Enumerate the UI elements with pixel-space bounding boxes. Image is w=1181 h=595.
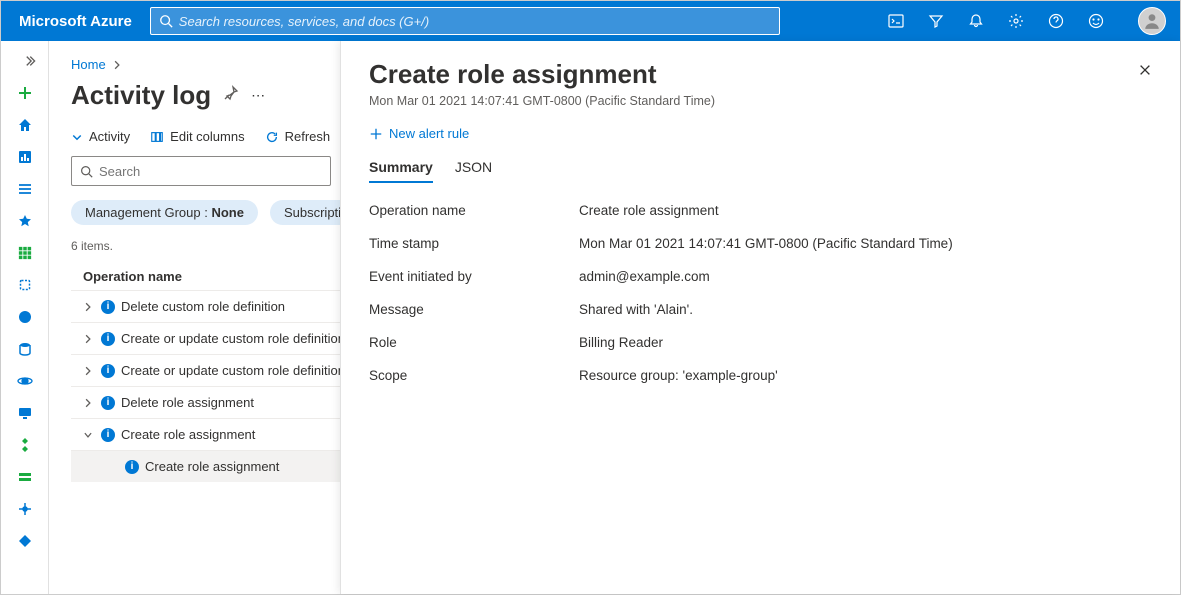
pin-icon[interactable] bbox=[223, 85, 239, 106]
settings-icon[interactable] bbox=[996, 1, 1036, 41]
help-icon[interactable] bbox=[1036, 1, 1076, 41]
activity-dropdown[interactable]: Activity bbox=[71, 129, 130, 144]
chevron-right-icon bbox=[83, 366, 93, 376]
cloud-shell-icon[interactable] bbox=[876, 1, 916, 41]
panel-subtitle: Mon Mar 01 2021 14:07:41 GMT-0800 (Pacif… bbox=[369, 94, 715, 108]
field-label: Role bbox=[369, 335, 579, 350]
top-bar: Microsoft Azure bbox=[1, 1, 1180, 41]
close-button[interactable] bbox=[1134, 59, 1156, 86]
chevron-right-icon bbox=[83, 398, 93, 408]
page-title: Activity log bbox=[71, 80, 211, 111]
list-search[interactable] bbox=[71, 156, 331, 186]
rail-resource-groups-icon[interactable] bbox=[1, 269, 49, 301]
rail-all-services-icon[interactable] bbox=[1, 173, 49, 205]
field-label: Time stamp bbox=[369, 236, 579, 251]
refresh-button[interactable]: Refresh bbox=[265, 129, 331, 144]
field-value: Create role assignment bbox=[579, 203, 1156, 218]
rail-all-resources-icon[interactable] bbox=[1, 237, 49, 269]
field-value: admin@example.com bbox=[579, 269, 1156, 284]
field-value: Shared with 'Alain'. bbox=[579, 302, 1156, 317]
refresh-label: Refresh bbox=[285, 129, 331, 144]
field-value: Billing Reader bbox=[579, 335, 1156, 350]
chevron-right-icon bbox=[112, 60, 122, 70]
list-search-input[interactable] bbox=[99, 164, 322, 179]
rail-home-icon[interactable] bbox=[1, 109, 49, 141]
info-icon: i bbox=[101, 364, 115, 378]
operation-name: Create role assignment bbox=[145, 459, 279, 474]
info-icon: i bbox=[101, 428, 115, 442]
operation-name: Create or update custom role definition bbox=[121, 331, 345, 346]
rail-storage-icon[interactable] bbox=[1, 461, 49, 493]
left-nav-rail bbox=[1, 41, 49, 594]
filter-mg-label: Management Group : bbox=[85, 205, 211, 220]
close-icon bbox=[1138, 63, 1152, 77]
new-alert-rule-button[interactable]: New alert rule bbox=[369, 126, 1156, 141]
rail-favorites-icon[interactable] bbox=[1, 205, 49, 237]
detail-panel: Create role assignment Mon Mar 01 2021 1… bbox=[340, 41, 1180, 594]
rail-network-icon[interactable] bbox=[1, 493, 49, 525]
rail-create-icon[interactable] bbox=[1, 77, 49, 109]
tab-json[interactable]: JSON bbox=[455, 159, 492, 183]
panel-title: Create role assignment bbox=[369, 59, 715, 90]
operation-name: Create role assignment bbox=[121, 427, 255, 442]
activity-label: Activity bbox=[89, 129, 130, 144]
plus-icon bbox=[369, 127, 383, 141]
operation-name: Create or update custom role definition bbox=[121, 363, 345, 378]
global-search-input[interactable] bbox=[179, 14, 771, 29]
field-value: Resource group: 'example-group' bbox=[579, 368, 1156, 383]
more-menu-icon[interactable]: ⋯ bbox=[251, 87, 265, 104]
operation-name: Delete custom role definition bbox=[121, 299, 285, 314]
notifications-icon[interactable] bbox=[956, 1, 996, 41]
expand-menu-icon[interactable] bbox=[1, 45, 49, 77]
filter-mg-value: None bbox=[211, 205, 244, 220]
rail-aad-icon[interactable] bbox=[1, 525, 49, 557]
field-label: Message bbox=[369, 302, 579, 317]
search-icon bbox=[159, 14, 173, 28]
global-search[interactable] bbox=[150, 7, 780, 35]
rail-sql-icon[interactable] bbox=[1, 333, 49, 365]
info-icon: i bbox=[101, 396, 115, 410]
info-icon: i bbox=[101, 332, 115, 346]
field-label: Operation name bbox=[369, 203, 579, 218]
refresh-icon bbox=[265, 130, 279, 144]
search-icon bbox=[80, 165, 93, 178]
brand-label: Microsoft Azure bbox=[1, 13, 150, 30]
directory-filter-icon[interactable] bbox=[916, 1, 956, 41]
rail-dashboard-icon[interactable] bbox=[1, 141, 49, 173]
chevron-right-icon bbox=[83, 334, 93, 344]
chevron-right-icon bbox=[83, 302, 93, 312]
edit-columns-label: Edit columns bbox=[170, 129, 244, 144]
info-icon: i bbox=[101, 300, 115, 314]
field-label: Scope bbox=[369, 368, 579, 383]
topbar-actions bbox=[876, 1, 1180, 41]
info-icon: i bbox=[125, 460, 139, 474]
filter-pill-management-group[interactable]: Management Group : None bbox=[71, 200, 258, 225]
chevron-down-icon bbox=[83, 430, 93, 440]
new-alert-label: New alert rule bbox=[389, 126, 469, 141]
columns-icon bbox=[150, 130, 164, 144]
field-label: Event initiated by bbox=[369, 269, 579, 284]
tab-summary[interactable]: Summary bbox=[369, 159, 433, 183]
panel-tabs: Summary JSON bbox=[369, 159, 1156, 183]
chevron-down-icon bbox=[71, 131, 83, 143]
user-avatar[interactable] bbox=[1138, 7, 1166, 35]
rail-vm-icon[interactable] bbox=[1, 397, 49, 429]
rail-load-balancer-icon[interactable] bbox=[1, 429, 49, 461]
field-value: Mon Mar 01 2021 14:07:41 GMT-0800 (Pacif… bbox=[579, 236, 1156, 251]
rail-cosmos-icon[interactable] bbox=[1, 365, 49, 397]
edit-columns-button[interactable]: Edit columns bbox=[150, 129, 244, 144]
feedback-icon[interactable] bbox=[1076, 1, 1116, 41]
operation-name: Delete role assignment bbox=[121, 395, 254, 410]
breadcrumb-home[interactable]: Home bbox=[71, 57, 106, 72]
rail-app-services-icon[interactable] bbox=[1, 301, 49, 333]
